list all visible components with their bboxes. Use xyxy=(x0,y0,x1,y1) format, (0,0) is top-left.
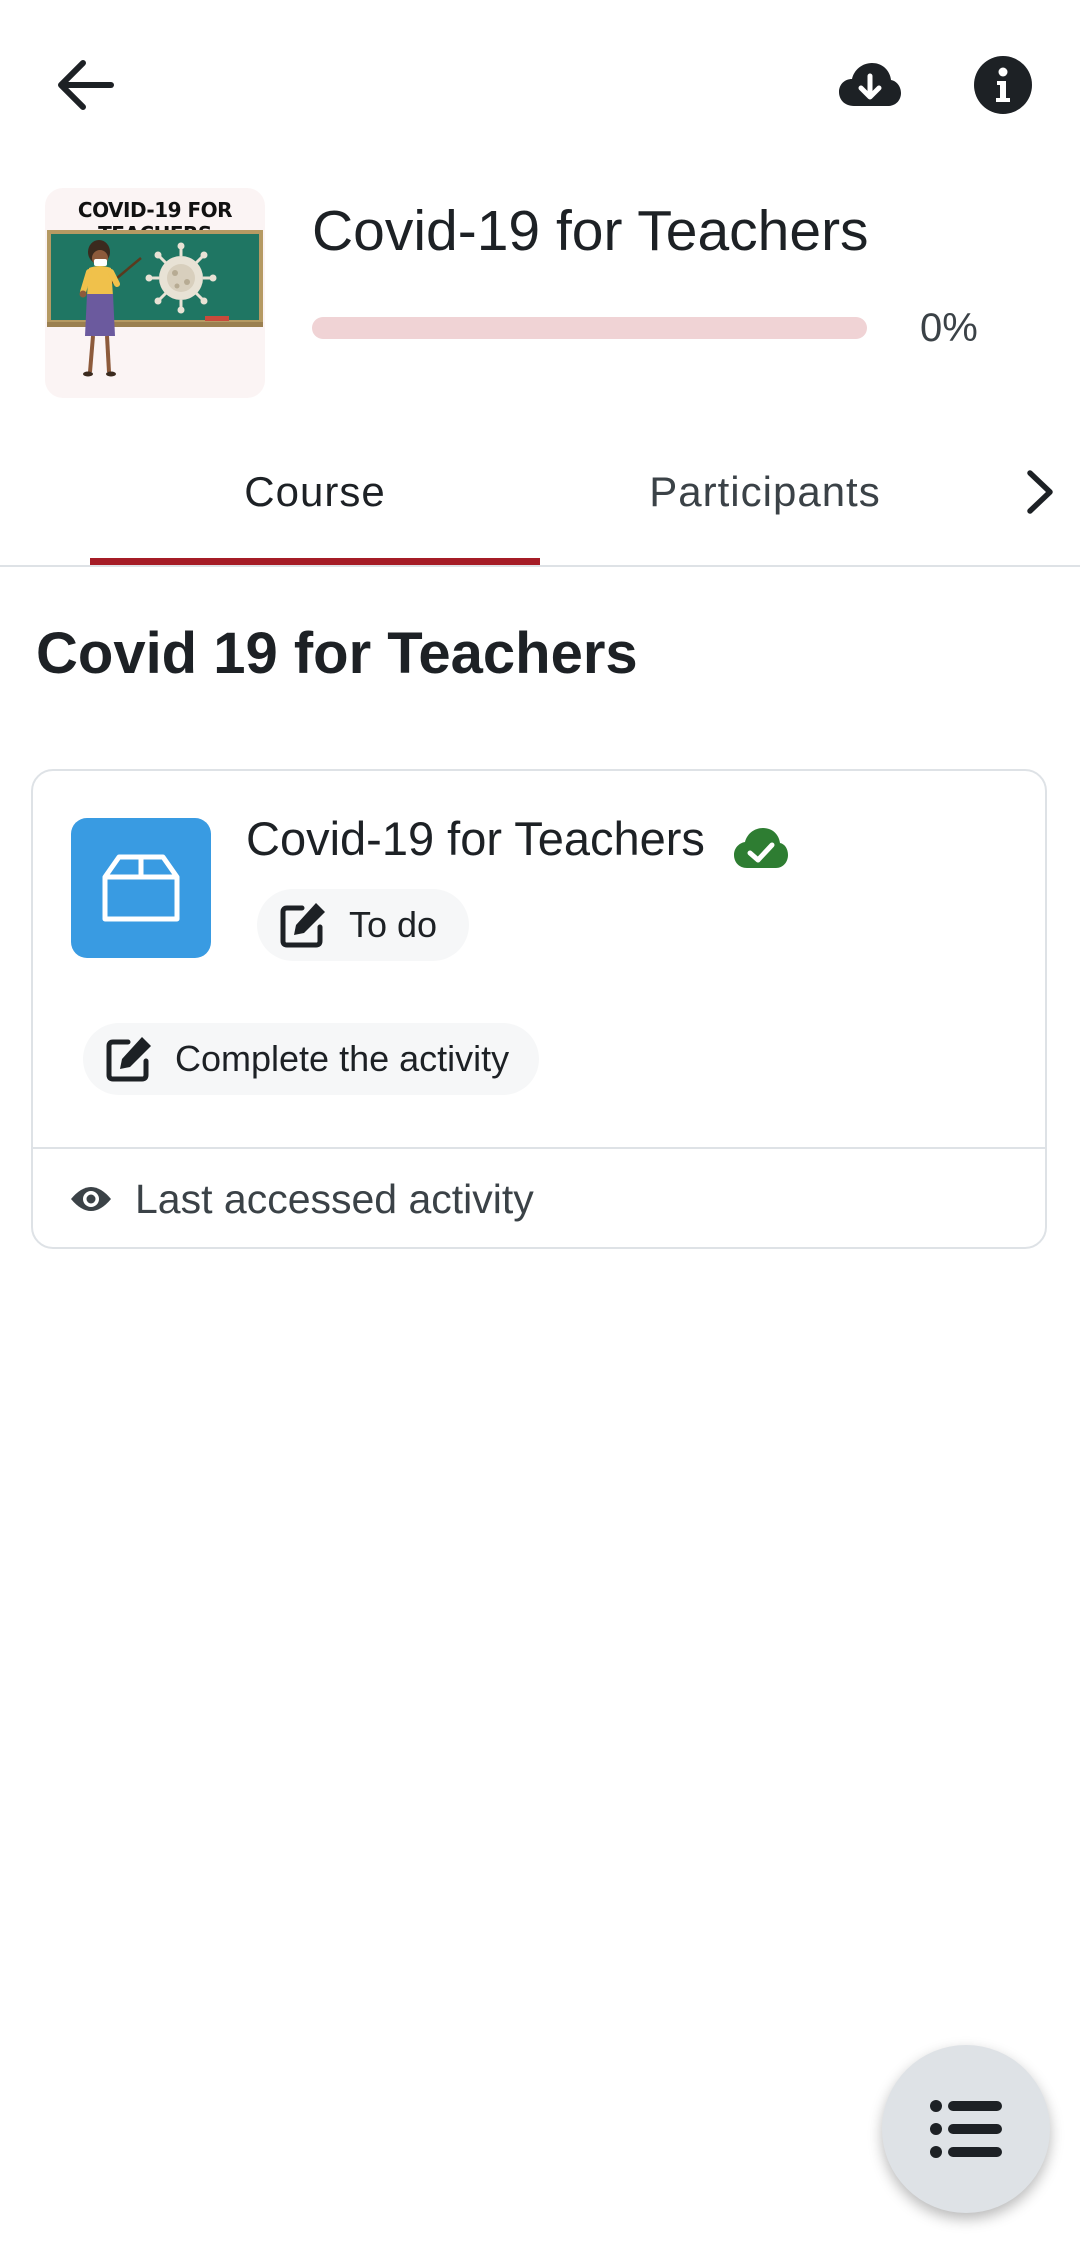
todo-label: To do xyxy=(349,904,438,945)
course-progress-bar xyxy=(312,317,867,339)
teacher-illustration xyxy=(47,230,263,377)
cloud-download-icon xyxy=(839,63,901,106)
course-page: COVID-19 FOR TEACHERS xyxy=(0,0,1080,2242)
info-circle-icon xyxy=(973,56,1032,114)
course-title: Covid-19 for Teachers xyxy=(312,199,869,263)
course-progress-label: 0% xyxy=(920,306,978,350)
course-info-button[interactable] xyxy=(955,40,1050,130)
tabs-next-button[interactable] xyxy=(1000,420,1080,563)
top-toolbar xyxy=(0,0,1080,170)
package-icon xyxy=(102,854,180,922)
activity-icon xyxy=(71,818,211,958)
back-button[interactable] xyxy=(40,40,130,130)
todo-badge: To do xyxy=(257,889,469,961)
course-image[interactable]: COVID-19 FOR TEACHERS xyxy=(45,188,265,398)
arrow-left-icon xyxy=(58,60,114,110)
tab-participants[interactable]: Participants xyxy=(540,420,990,563)
download-course-button[interactable] xyxy=(820,40,920,130)
last-accessed-label: Last accessed activity xyxy=(135,1175,534,1222)
edit-icon xyxy=(103,1033,155,1085)
completion-condition: Complete the activity xyxy=(83,1023,539,1095)
course-index-button[interactable] xyxy=(882,2045,1050,2213)
activity-name[interactable]: Covid-19 for Teachers xyxy=(246,811,705,866)
completion-label: Complete the activity xyxy=(175,1038,510,1079)
tab-course[interactable]: Course xyxy=(90,420,540,565)
edit-icon xyxy=(277,899,329,951)
activity-card[interactable]: Covid-19 for Teachers To do Complete the… xyxy=(31,769,1047,1249)
last-accessed-row: Last accessed activity xyxy=(69,1149,534,1249)
section-title: Covid 19 for Teachers xyxy=(36,621,638,686)
course-tabs: Course Participants xyxy=(0,420,1080,567)
list-icon xyxy=(930,2100,1002,2158)
eye-icon xyxy=(71,1187,111,1211)
chevron-right-icon xyxy=(1027,469,1053,514)
cloud-done-icon xyxy=(733,826,789,870)
course-header: COVID-19 FOR TEACHERS xyxy=(0,180,1080,410)
